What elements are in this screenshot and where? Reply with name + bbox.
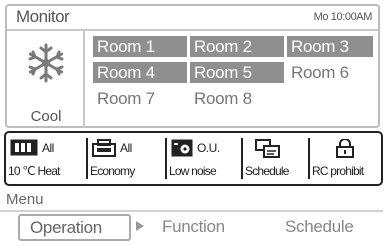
- snowflake-icon: [28, 43, 64, 83]
- room-2-button[interactable]: Room 2: [190, 36, 284, 57]
- economy-value: All: [120, 141, 132, 155]
- heat-value: All: [42, 140, 54, 155]
- schedule-icon: [255, 139, 280, 158]
- arrow-right-icon: [136, 221, 144, 231]
- heat-label: 10 ℃ Heat: [8, 164, 60, 178]
- room-8-button[interactable]: Room 8: [190, 88, 284, 109]
- rc-prohibit-label: RC prohibit: [312, 164, 364, 178]
- room-4-button[interactable]: Room 4: [93, 62, 187, 83]
- room-6-button[interactable]: Room 6: [287, 62, 373, 83]
- schedule-menu-item[interactable]: Schedule: [285, 217, 354, 237]
- monitor-title: Monitor: [16, 7, 70, 26]
- status-bar: All 10 ℃ Heat All Economy O.U. Low noise…: [4, 131, 383, 186]
- economy-icon: [92, 139, 116, 157]
- lock-icon: [336, 139, 354, 158]
- mode-label: Cool: [30, 108, 62, 125]
- low-noise-label: Low noise: [169, 164, 217, 178]
- function-menu-item[interactable]: Function: [162, 217, 225, 237]
- room-1-button[interactable]: Room 1: [93, 36, 187, 57]
- rc-prohibit-status[interactable]: RC prohibit: [310, 133, 381, 184]
- schedule-status[interactable]: Schedule: [243, 133, 310, 184]
- low-noise-status[interactable]: O.U. Low noise: [167, 133, 243, 184]
- room-7-button[interactable]: Room 7: [93, 88, 187, 109]
- schedule-label: Schedule: [245, 164, 289, 178]
- monitor-panel: Monitor Mo 10:00AM Cool Room 1 Room 2 Ro…: [5, 4, 380, 128]
- low-noise-value: O.U.: [197, 141, 220, 155]
- mode-panel: Cool: [7, 31, 85, 128]
- outdoor-unit-icon: [171, 139, 193, 157]
- economy-status[interactable]: All Economy: [88, 133, 167, 184]
- heater-icon: [10, 139, 38, 156]
- menu-divider: [0, 210, 383, 212]
- clock: Mo 10:00AM: [313, 11, 373, 23]
- menu-title: Menu: [6, 191, 44, 208]
- room-3-button[interactable]: Room 3: [287, 36, 373, 57]
- heat-status[interactable]: All 10 ℃ Heat: [6, 133, 88, 184]
- room-5-button[interactable]: Room 5: [190, 62, 284, 83]
- economy-label: Economy: [90, 164, 135, 178]
- operation-button[interactable]: Operation: [18, 214, 131, 241]
